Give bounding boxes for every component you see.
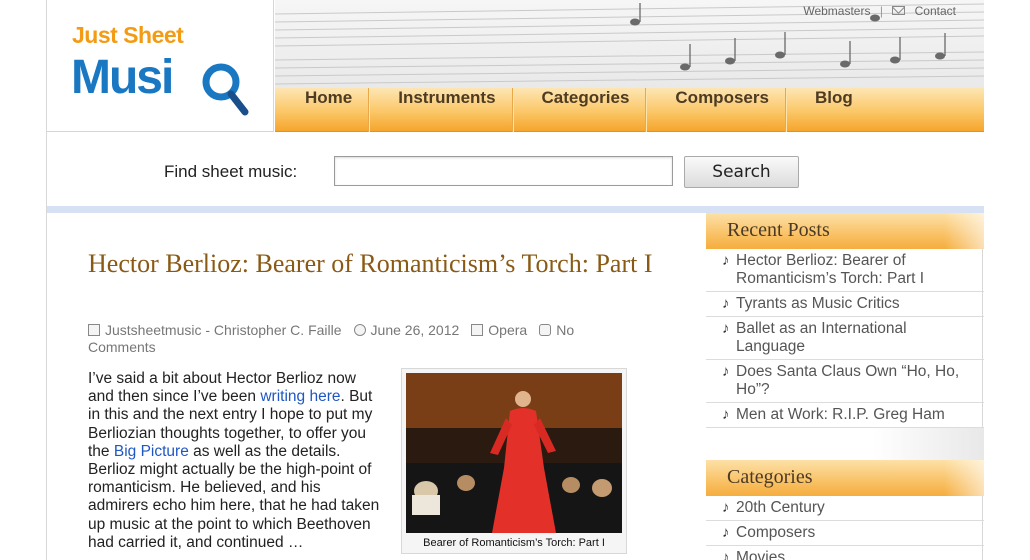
mail-icon: [892, 6, 906, 16]
nav-home[interactable]: Home: [275, 88, 370, 132]
nav-composers[interactable]: Composers: [646, 88, 786, 132]
music-note-icon: ♪: [722, 252, 730, 269]
singer-photo: [406, 373, 622, 533]
list-item[interactable]: ♪ Tyrants as Music Critics: [706, 292, 984, 317]
music-note-icon: ♪: [722, 499, 730, 516]
category-link[interactable]: Movies: [736, 549, 785, 560]
recent-post-link[interactable]: Men at Work: R.I.P. Greg Ham: [736, 406, 945, 423]
writing-here-link[interactable]: writing here: [260, 388, 340, 405]
search-button[interactable]: Search: [684, 156, 799, 188]
list-item[interactable]: ♪ 20th Century: [706, 496, 984, 521]
sidebar-spacer: [706, 428, 984, 462]
site-logo[interactable]: Just Sheet Musi: [47, 0, 274, 132]
list-item[interactable]: ♪ Men at Work: R.I.P. Greg Ham: [706, 403, 984, 428]
nav-blog[interactable]: Blog: [786, 88, 869, 132]
music-note-icon: ♪: [722, 406, 730, 423]
divider-bar: [47, 206, 984, 213]
post-image[interactable]: [406, 373, 622, 533]
music-note-icon: ♪: [722, 295, 730, 312]
webmasters-link[interactable]: Webmasters: [803, 4, 870, 18]
recent-post-link[interactable]: Ballet as an International Language: [736, 320, 907, 355]
list-item[interactable]: ♪ Movies: [706, 546, 984, 560]
top-links-separator: |: [879, 3, 883, 18]
sidebar-categories: Categories ♪ 20th Century ♪ Composers ♪ Mov…: [706, 460, 984, 560]
document-icon: [471, 324, 484, 336]
post-author[interactable]: Justsheetmusic - Christopher C. Faille: [105, 322, 342, 338]
post-category[interactable]: Opera: [488, 322, 527, 338]
recent-posts-list: ♪ Hector Berlioz: Bearer of Romanticism’s…: [706, 249, 984, 428]
comment-icon: [539, 324, 552, 336]
top-links: Webmasters | Contact: [803, 3, 956, 18]
music-note-icon: ♪: [722, 549, 730, 560]
contact-link[interactable]: Contact: [915, 4, 956, 18]
post-figure: Bearer of Romanticism’s Torch: Part I: [401, 368, 627, 554]
music-note-icon: ♪: [722, 363, 730, 380]
music-note-icon: ♪: [722, 320, 730, 337]
categories-heading: Categories: [706, 460, 984, 496]
logo-bottom-text: Musi: [71, 51, 174, 104]
magnifier-icon: [202, 63, 249, 116]
search-label: Find sheet music:: [164, 162, 298, 181]
page-container: Just Sheet Musi Webmasters | Contact Hom…: [46, 0, 984, 560]
music-note-icon: ♪: [722, 524, 730, 541]
post-date: June 26, 2012: [370, 322, 460, 338]
logo-top-text: Just Sheet: [72, 22, 184, 48]
category-link[interactable]: Composers: [736, 524, 815, 541]
post-title[interactable]: Hector Berlioz: Bearer of Romanticism’s …: [88, 248, 668, 279]
header-banner: Webmasters | Contact: [275, 0, 984, 88]
list-item[interactable]: ♪ Composers: [706, 521, 984, 546]
recent-post-link[interactable]: Hector Berlioz: Bearer of Romanticism’s …: [736, 252, 924, 287]
big-picture-link[interactable]: Big Picture: [114, 443, 189, 460]
category-link[interactable]: 20th Century: [736, 499, 825, 516]
list-item[interactable]: ♪ Does Santa Claus Own “Ho, Ho, Ho”?: [706, 360, 984, 403]
recent-post-link[interactable]: Does Santa Claus Own “Ho, Ho, Ho”?: [736, 363, 959, 398]
categories-list: ♪ 20th Century ♪ Composers ♪ Movies: [706, 496, 984, 560]
nav-instruments[interactable]: Instruments: [369, 88, 513, 132]
recent-posts-heading: Recent Posts: [706, 213, 984, 249]
main-nav: Home Instruments Categories Composers Bl…: [275, 88, 984, 132]
search-input[interactable]: [334, 156, 673, 186]
search-bar: Find sheet music: Search: [47, 132, 984, 206]
author-icon: [88, 324, 100, 336]
sidebar-recent-posts: Recent Posts ♪ Hector Berlioz: Bearer of …: [706, 213, 984, 462]
image-caption: Bearer of Romanticism’s Torch: Part I: [423, 537, 605, 549]
post-meta: Justsheetmusic - Christopher C. Faille Ju…: [88, 322, 628, 356]
recent-post-link[interactable]: Tyrants as Music Critics: [736, 295, 900, 312]
list-item[interactable]: ♪ Ballet as an International Language: [706, 317, 984, 360]
clock-icon: [353, 324, 366, 336]
post-excerpt: I’ve said a bit about Hector Berlioz now…: [88, 370, 384, 552]
list-item[interactable]: ♪ Hector Berlioz: Bearer of Romanticism’s…: [706, 249, 984, 292]
nav-categories[interactable]: Categories: [513, 88, 647, 132]
